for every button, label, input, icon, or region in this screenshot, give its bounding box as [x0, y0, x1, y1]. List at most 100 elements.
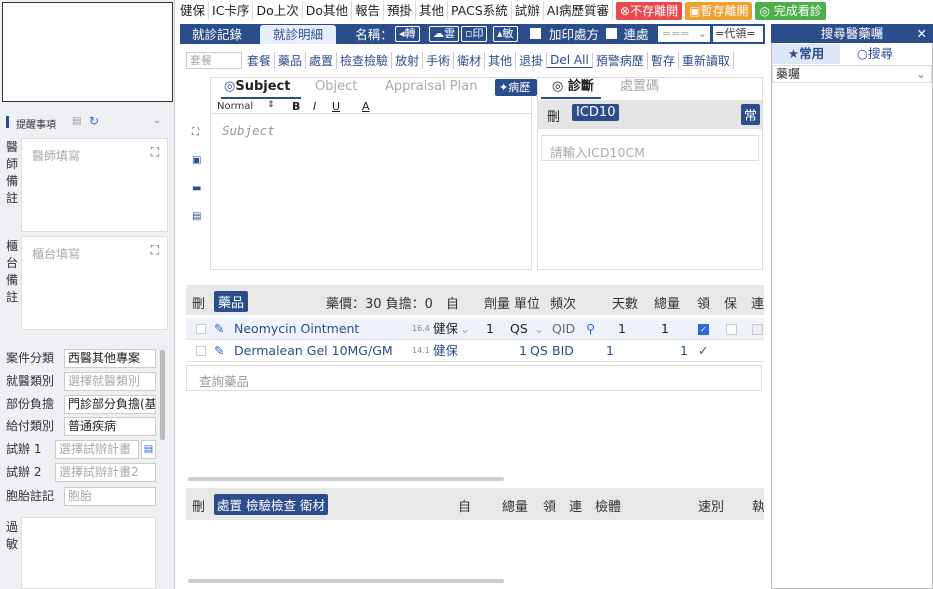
table-row[interactable]: ✎ Dermalean Gel 10MG/GM 14.1 健保 1 QS BID… [186, 340, 764, 362]
expand-icon[interactable]: ⛶ [151, 145, 159, 160]
copy-icon[interactable]: ▤ [72, 116, 81, 127]
order-package[interactable]: 套餐 [244, 52, 276, 69]
payment-type-select[interactable]: 普通疾病 [64, 417, 156, 436]
pay-type[interactable]: 健保 [433, 318, 458, 340]
expand-icon[interactable]: ⛶ [151, 243, 159, 258]
edit-icon[interactable]: ✎ [214, 340, 224, 362]
warning-record-button[interactable]: 預警病歷 [592, 52, 648, 69]
icd10-search-input[interactable]: 請輸入ICD10CM [541, 135, 759, 161]
finish-visit-button[interactable]: ◎ 完成看診 [755, 1, 826, 20]
drug-name[interactable]: Dermalean Gel 10MG/GM [234, 340, 393, 362]
allergy-button[interactable]: ▴敏 [493, 26, 518, 42]
keep-checkbox[interactable] [726, 324, 737, 335]
toolbar-ai-review[interactable]: AI病歷質審 [544, 1, 614, 20]
history-button[interactable]: ✦病歷 [495, 79, 537, 96]
days[interactable]: 1 [606, 340, 614, 362]
no-save-leave-button[interactable]: ⊗不存離開 [616, 1, 683, 20]
chevron-down-icon[interactable]: ⌄ [153, 115, 161, 126]
order-procedure[interactable]: 處置 [306, 52, 338, 69]
tab-procedure-code[interactable]: 處置碼 [620, 77, 659, 97]
unit[interactable]: QS [510, 318, 528, 340]
quick-search-input[interactable]: 套餐 [186, 52, 242, 69]
continuous-checkbox[interactable] [752, 324, 763, 335]
fullscreen-icon[interactable]: ⛶ [192, 127, 199, 138]
tab-common[interactable]: ★常用 [772, 44, 840, 64]
tab-appraisal-plan[interactable]: Appraisal Plan [385, 77, 477, 97]
toolbar-report[interactable]: 報告 [352, 1, 385, 20]
tab-object[interactable]: Object [315, 77, 357, 97]
row-checkbox[interactable] [196, 346, 206, 356]
left-scrollbar[interactable] [160, 350, 165, 440]
save-icon[interactable]: ▤ [192, 211, 201, 222]
close-icon[interactable]: ✕ [917, 24, 927, 43]
tab-visit-record[interactable]: 就診記錄 [186, 25, 248, 44]
allergy-field[interactable] [21, 517, 156, 589]
horizontal-scrollbar[interactable] [188, 579, 504, 583]
toolbar-do-other[interactable]: Do其他 [303, 1, 352, 20]
take-check-icon[interactable]: ✓ [698, 340, 708, 362]
delete-all-button[interactable]: Del All [547, 53, 593, 68]
days[interactable]: 1 [618, 318, 626, 340]
order-type-select[interactable]: 藥囑 ⌄ [772, 65, 932, 83]
order-drug[interactable]: 藥品 [275, 52, 307, 69]
case-category-select[interactable]: 西醫其他專案 [64, 349, 156, 368]
subject-text-area[interactable]: Subject [222, 123, 275, 138]
order-surgery[interactable]: 手術 [423, 52, 455, 69]
continuous-checkbox[interactable] [606, 28, 617, 39]
take-checkbox[interactable]: ✓ [698, 324, 709, 335]
code-input[interactable]: =代領= [713, 26, 763, 42]
order-other[interactable]: 其他 [485, 52, 517, 69]
horizontal-scrollbar[interactable] [188, 477, 504, 481]
tab-subject[interactable]: ◎Subject [224, 77, 290, 97]
temp-save-button[interactable]: 暫存 [647, 52, 679, 69]
toolbar-other[interactable]: 其他 [416, 1, 449, 20]
pilot1-detail-icon[interactable]: ▤ [141, 440, 156, 459]
toolbar-do-last[interactable]: Do上次 [253, 1, 303, 20]
toolbar-ic-card[interactable]: IC卡序 [209, 1, 254, 20]
copay-select[interactable]: 門診部分負擔(基 [64, 395, 156, 414]
bold-button[interactable]: B [292, 100, 300, 113]
drug-name[interactable]: Neomycin Ointment [234, 318, 359, 340]
tab-diagnosis[interactable]: ◎ 診斷 [552, 77, 594, 97]
tab-supplies[interactable]: 衛材 [300, 498, 325, 513]
toolbar-pacs[interactable]: PACS系統 [448, 1, 512, 20]
font-size-select[interactable]: Normal [217, 101, 253, 112]
total[interactable]: 1 [680, 340, 688, 362]
refresh-icon[interactable]: ↻ [89, 114, 99, 128]
toolbar-nhi[interactable]: 健保 [177, 1, 210, 20]
table-row[interactable]: ✎ Neomycin Ointment 16.4 健保 ⌄ 1 QS ⌄ QID… [186, 318, 764, 340]
image-icon[interactable]: ▣ [192, 155, 201, 166]
pilot2-select[interactable]: 選擇試辦計畫2 [55, 463, 156, 482]
pay-type[interactable]: 健保 [433, 340, 458, 362]
tab-search[interactable]: ○搜尋 [840, 44, 910, 64]
pilot1-select[interactable]: 選擇試辦計畫 [55, 440, 139, 459]
order-radiology[interactable]: 放射 [392, 52, 424, 69]
folder-icon[interactable]: ▬ [192, 183, 201, 194]
text-color-button[interactable]: A [362, 100, 370, 113]
search-icon[interactable]: ⚲ [586, 318, 595, 340]
visit-type-select[interactable]: 選擇就醫類別 [64, 372, 156, 391]
dose[interactable]: 1 [519, 340, 527, 362]
unit[interactable]: QS [530, 340, 548, 362]
add-print-checkbox[interactable] [530, 28, 541, 39]
transfer-button[interactable]: ◂轉 [395, 26, 420, 42]
tab-procedure[interactable]: 處置 [217, 498, 242, 513]
common-diagnosis-button[interactable]: 常 [741, 104, 761, 125]
tab-lab-exam[interactable]: 檢驗檢查 [246, 498, 296, 513]
cloud-button[interactable]: ☁雲 [429, 26, 459, 42]
fetal-input[interactable]: 胞胎 [64, 487, 156, 506]
continuous-select[interactable]: === ⌄ [658, 26, 710, 42]
total[interactable]: 1 [661, 318, 669, 340]
reload-button[interactable]: 重新讀取 [678, 52, 734, 69]
order-lab[interactable]: 檢查檢驗 [337, 52, 393, 69]
temp-save-leave-button[interactable]: ▣暫存離開 [685, 1, 753, 20]
edit-icon[interactable]: ✎ [214, 318, 224, 340]
counter-note-field[interactable]: 櫃台填寫 ⛶ [21, 236, 168, 330]
doctor-note-field[interactable]: 醫師填寫 ⛶ [21, 138, 168, 232]
row-checkbox[interactable] [196, 324, 206, 334]
order-withdraw[interactable]: 退掛 [516, 52, 548, 69]
print-button[interactable]: ▫印 [461, 26, 488, 42]
drug-search-input[interactable]: 查詢藥品 [186, 365, 762, 391]
underline-button[interactable]: U [332, 100, 340, 113]
toolbar-pilot[interactable]: 試辦 [512, 1, 544, 20]
